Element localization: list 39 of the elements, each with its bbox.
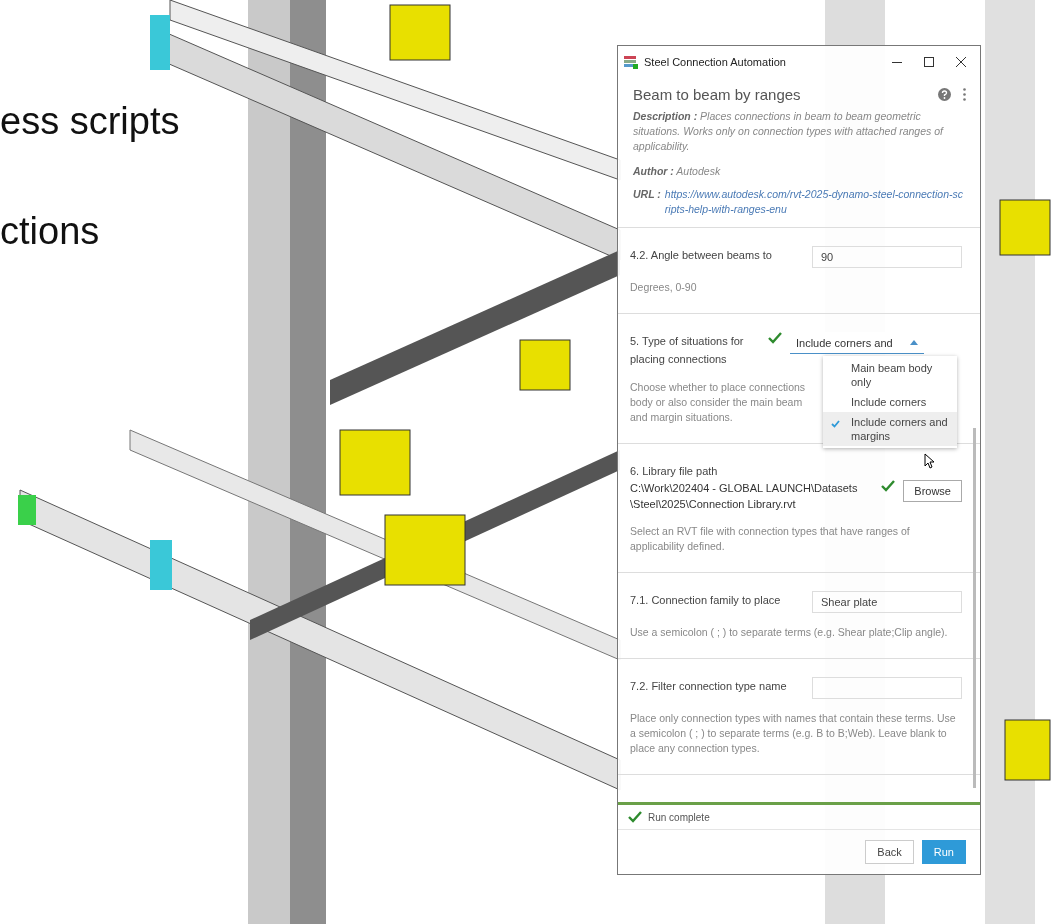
help-text: Use a semicolon ( ; ) to separate terms (e.g. Shear plate;Clip angle). xyxy=(630,625,949,640)
browse-button[interactable]: Browse xyxy=(903,480,962,502)
caret-icon xyxy=(910,340,918,345)
author-text: Author : Autodesk xyxy=(633,164,722,179)
dropdown-option[interactable]: Include corners and margins xyxy=(823,412,957,446)
slide-text: ess scripts xyxy=(0,100,180,143)
back-button[interactable]: Back xyxy=(865,840,914,864)
window-title: Steel Connection Automation xyxy=(644,56,787,68)
field-label: 6. Library file path xyxy=(630,464,719,479)
description-text: Description : Places connections in beam to beam geometric situations. Works only on connection types with attached ranges of applicability. xyxy=(633,109,945,154)
help-icon[interactable] xyxy=(938,88,951,101)
field-label: 7.1. Connection family to place xyxy=(630,593,782,608)
url-label: URL : xyxy=(633,187,661,202)
text-field[interactable] xyxy=(812,677,962,699)
dropdown-option[interactable]: Include corners xyxy=(823,392,957,412)
help-text: Place only connection types with names that contain these terms. Use a semicolon ( ; ) to separate terms (e.g. B to B;Web). Leave blank to place any connection types. xyxy=(630,711,957,756)
pointer-icon xyxy=(924,453,935,469)
help-text: Degrees, 0-90 xyxy=(630,280,698,295)
text-field[interactable]: Shear plate xyxy=(812,591,962,613)
minimize-icon[interactable] xyxy=(892,61,902,63)
dropdown-option[interactable]: Main beam body only xyxy=(823,358,957,392)
close-icon[interactable] xyxy=(956,57,966,67)
file-path: C:\Work\202404 - GLOBAL LAUNCH\Datasets \Steel\2025\Connection Library.rvt xyxy=(630,481,859,512)
check-icon xyxy=(628,811,642,823)
status-text: Run complete xyxy=(648,811,710,823)
maximize-icon[interactable] xyxy=(924,57,934,67)
check-icon xyxy=(831,420,840,428)
slide-text: ctions xyxy=(0,210,100,253)
field-label: 7.2. Filter connection type name xyxy=(630,679,788,694)
panel-title: Beam to beam by ranges xyxy=(633,86,802,103)
app-icon xyxy=(624,55,638,69)
help-text: Select an RVT file with connection types that have ranges of applicability defined. xyxy=(630,524,911,554)
field-label: 5. Type of situations for placing connections xyxy=(630,334,745,367)
field-label: 4.2. Angle between beams to xyxy=(630,248,773,263)
more-icon[interactable] xyxy=(963,88,966,101)
url-link[interactable]: https://www.autodesk.com/rvt-2025-dynamo-steel-connection-scripts-help-with-ranges-enu xyxy=(664,187,966,217)
text-field[interactable]: 90 xyxy=(812,246,962,268)
scrollbar[interactable] xyxy=(973,428,976,788)
help-text: Choose whether to place connections body or also consider the main beam and margin situations. xyxy=(630,380,807,425)
